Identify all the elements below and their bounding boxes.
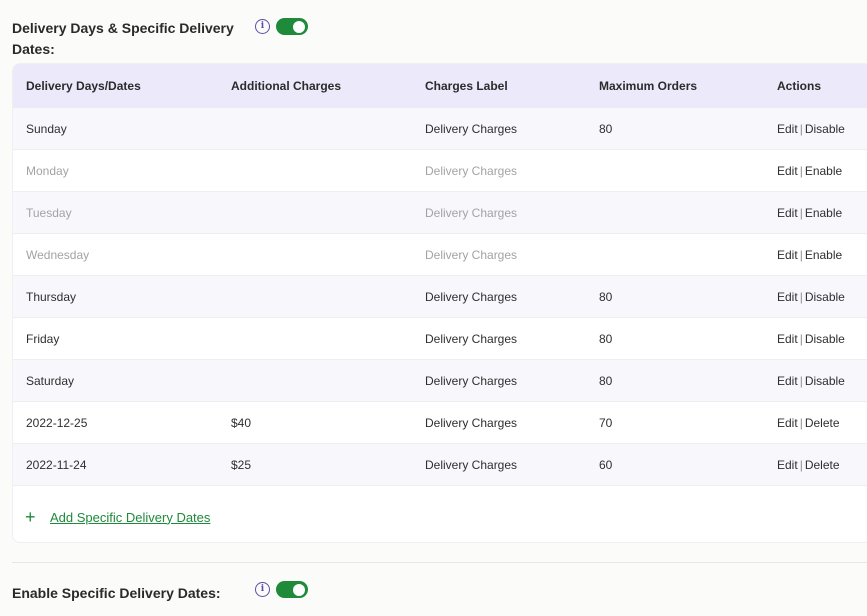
table-row: 2022-12-25 $40 Delivery Charges 70 Edit |… xyxy=(13,402,867,444)
row-label: Delivery Charges xyxy=(425,416,518,430)
row-label: Delivery Charges xyxy=(425,206,518,220)
edit-link[interactable]: Edit xyxy=(777,416,798,430)
action-separator: | xyxy=(799,416,803,430)
edit-link[interactable]: Edit xyxy=(777,122,798,136)
row-actions: Edit | Disable xyxy=(777,332,845,346)
toggle-knob xyxy=(293,583,305,596)
table-row: 2022-11-24 $25 Delivery Charges 60 Edit |… xyxy=(13,444,867,486)
row-actions: Edit | Disable xyxy=(777,374,845,388)
row-charges: $40 xyxy=(231,416,252,430)
row-day: Thursday xyxy=(26,290,77,304)
action-separator: | xyxy=(799,332,803,346)
disable-link[interactable]: Disable xyxy=(805,332,845,346)
row-max-orders: 80 xyxy=(599,122,613,136)
row-actions: Edit | Delete xyxy=(777,458,840,472)
row-actions: Edit | Disable xyxy=(777,290,845,304)
row-label: Delivery Charges xyxy=(425,164,518,178)
action-separator: | xyxy=(799,164,803,178)
delete-link[interactable]: Delete xyxy=(805,416,840,430)
row-label: Delivery Charges xyxy=(425,374,518,388)
action-separator: | xyxy=(799,248,803,262)
row-day: Wednesday xyxy=(26,248,90,262)
section-divider xyxy=(12,562,867,563)
enable-link[interactable]: Enable xyxy=(805,206,842,220)
header-delivery-days: Delivery Days/Dates xyxy=(26,79,141,93)
toggle-knob xyxy=(293,20,305,33)
row-label: Delivery Charges xyxy=(425,248,518,262)
row-day: Tuesday xyxy=(26,206,72,220)
row-max-orders: 80 xyxy=(599,332,613,346)
row-day: 2022-11-24 xyxy=(26,458,87,472)
delete-link[interactable]: Delete xyxy=(805,458,840,472)
row-actions: Edit | Enable xyxy=(777,248,842,262)
row-max-orders: 60 xyxy=(599,458,613,472)
row-max-orders: 80 xyxy=(599,290,613,304)
edit-link[interactable]: Edit xyxy=(777,164,798,178)
row-charges: $25 xyxy=(231,458,252,472)
row-label: Delivery Charges xyxy=(425,122,518,136)
header-additional-charges: Additional Charges xyxy=(231,79,342,93)
header-charges-label: Charges Label xyxy=(425,79,508,93)
row-max-orders: 80 xyxy=(599,374,613,388)
header-actions: Actions xyxy=(777,79,822,93)
delivery-days-title: Delivery Days & Specific Delivery Dates: xyxy=(12,20,234,57)
header-maximum-orders: Maximum Orders xyxy=(599,79,698,93)
enable-link[interactable]: Enable xyxy=(805,164,842,178)
action-separator: | xyxy=(799,206,803,220)
delivery-days-toggle[interactable] xyxy=(276,18,308,35)
row-actions: Edit | Enable xyxy=(777,164,842,178)
row-actions: Edit | Disable xyxy=(777,122,845,136)
add-specific-dates-link[interactable]: Add Specific Delivery Dates xyxy=(50,510,210,525)
row-day: Monday xyxy=(26,164,69,178)
specific-dates-title: Enable Specific Delivery Dates: xyxy=(12,585,221,601)
action-separator: | xyxy=(799,290,803,304)
disable-link[interactable]: Disable xyxy=(805,290,845,304)
add-specific-dates-button[interactable]: + Add Specific Delivery Dates xyxy=(25,506,210,528)
row-label: Delivery Charges xyxy=(425,332,518,346)
specific-dates-section-header: Enable Specific Delivery Dates: i xyxy=(12,581,332,603)
edit-link[interactable]: Edit xyxy=(777,206,798,220)
action-separator: | xyxy=(799,458,803,472)
edit-link[interactable]: Edit xyxy=(777,332,798,346)
table-row: Saturday Delivery Charges 80 Edit | Disabl… xyxy=(13,360,867,402)
delivery-days-table: Delivery Days/Dates Additional Charges C… xyxy=(12,63,867,543)
table-row: Sunday Delivery Charges 80 Edit | Disable xyxy=(13,108,867,150)
action-separator: | xyxy=(799,122,803,136)
row-day: Sunday xyxy=(26,122,67,136)
edit-link[interactable]: Edit xyxy=(777,290,798,304)
row-label: Delivery Charges xyxy=(425,290,518,304)
table-row: Friday Delivery Charges 80 Edit | Disable xyxy=(13,318,867,360)
info-icon[interactable]: i xyxy=(255,582,270,597)
edit-link[interactable]: Edit xyxy=(777,458,798,472)
info-icon[interactable]: i xyxy=(255,19,270,34)
specific-dates-toggle[interactable] xyxy=(276,581,308,598)
table-row: Monday Delivery Charges Edit | Enable xyxy=(13,150,867,192)
edit-link[interactable]: Edit xyxy=(777,248,798,262)
table-row: Tuesday Delivery Charges Edit | Enable xyxy=(13,192,867,234)
table-row: Thursday Delivery Charges 80 Edit | Disabl… xyxy=(13,276,867,318)
edit-link[interactable]: Edit xyxy=(777,374,798,388)
table-header: Delivery Days/Dates Additional Charges C… xyxy=(13,64,867,108)
disable-link[interactable]: Disable xyxy=(805,122,845,136)
row-day: 2022-12-25 xyxy=(26,416,88,430)
row-actions: Edit | Delete xyxy=(777,416,840,430)
delivery-days-section-header: Delivery Days & Specific Delivery Dates:… xyxy=(12,18,332,62)
plus-icon: + xyxy=(25,507,36,527)
row-label: Delivery Charges xyxy=(425,458,518,472)
disable-link[interactable]: Disable xyxy=(805,374,845,388)
row-day: Friday xyxy=(26,332,60,346)
row-day: Saturday xyxy=(26,374,75,388)
row-max-orders: 70 xyxy=(599,416,613,430)
row-actions: Edit | Enable xyxy=(777,206,842,220)
action-separator: | xyxy=(799,374,803,388)
enable-link[interactable]: Enable xyxy=(805,248,842,262)
table-row: Wednesday Delivery Charges Edit | Enable xyxy=(13,234,867,276)
